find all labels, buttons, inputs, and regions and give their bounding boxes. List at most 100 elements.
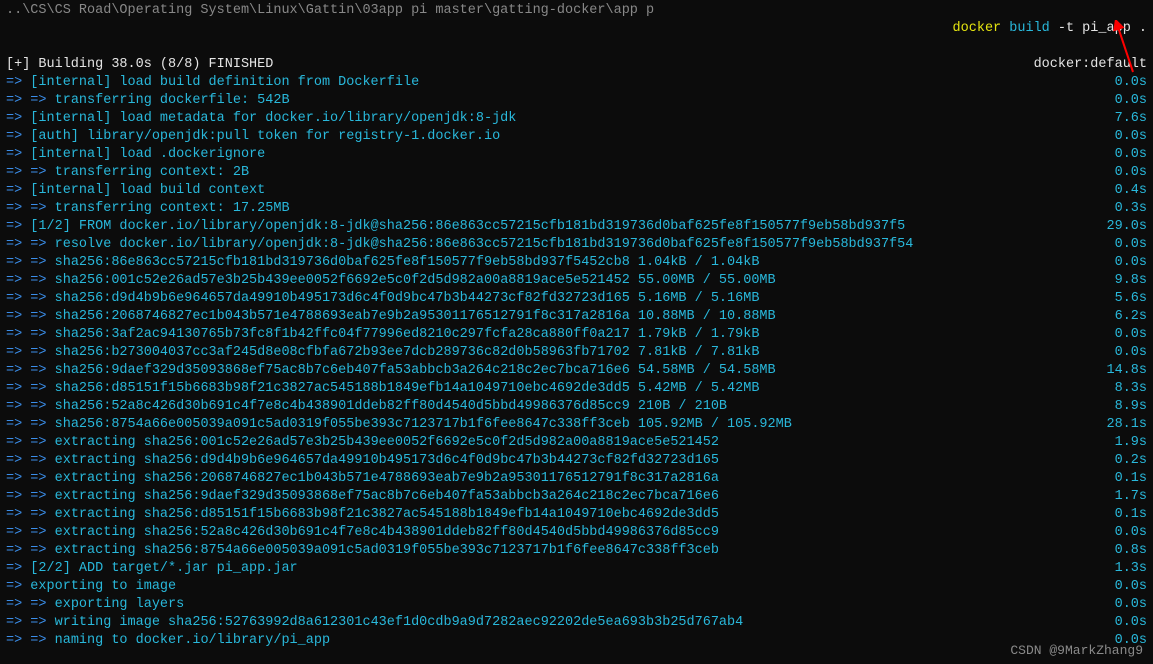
output-text: => => sha256:d9d4b9b6e964657da49910b4951… <box>6 290 759 308</box>
output-line: => => sha256:001c52e26ad57e3b25b439ee005… <box>6 272 1147 290</box>
output-text: => => transferring context: 2B <box>6 164 249 182</box>
output-text: => => sha256:001c52e26ad57e3b25b439ee005… <box>6 272 776 290</box>
output-text: => => sha256:b273004037cc3af245d8e08cfbf… <box>6 344 759 362</box>
output-text: => => extracting sha256:001c52e26ad57e3b… <box>6 434 719 452</box>
step-text: [internal] load .dockerignore <box>22 147 265 162</box>
step-time: 0.8s <box>1095 542 1147 560</box>
output-line: => => extracting sha256:d9d4b9b6e964657d… <box>6 452 1147 470</box>
step-text: [internal] load build definition from Do… <box>22 75 419 90</box>
arrow-prefix: => => <box>6 309 47 324</box>
arrow-prefix: => <box>6 75 22 90</box>
arrow-prefix: => <box>6 579 22 594</box>
output-line: => [internal] load build context 0.4s <box>6 182 1147 200</box>
building-status: [+] Building 38.0s (8/8) FINISHED <box>6 56 273 74</box>
output-line: => exporting to image0.0s <box>6 578 1147 596</box>
step-text: extracting sha256:52a8c426d30b691c4f7e8c… <box>47 525 719 540</box>
output-text: => => sha256:2068746827ec1b043b571e47886… <box>6 308 776 326</box>
step-time: 0.3s <box>1095 200 1147 218</box>
output-line: => => extracting sha256:8754a66e005039a0… <box>6 542 1147 560</box>
output-text: => [internal] load .dockerignore <box>6 146 265 164</box>
prompt-line[interactable]: ..\CS\CS Road\Operating System\Linux\Gat… <box>6 2 1147 56</box>
output-text: => => extracting sha256:52a8c426d30b691c… <box>6 524 719 542</box>
output-text: => => extracting sha256:2068746827ec1b04… <box>6 470 719 488</box>
arrow-prefix: => <box>6 111 22 126</box>
step-text: sha256:b273004037cc3af245d8e08cfbfa672b9… <box>47 345 760 360</box>
cmd-docker: docker <box>944 21 1009 36</box>
step-text: exporting to image <box>22 579 176 594</box>
arrow-prefix: => => <box>6 237 47 252</box>
arrow-prefix: => => <box>6 93 47 108</box>
output-text: => => extracting sha256:8754a66e005039a0… <box>6 542 719 560</box>
step-text: [internal] load metadata for docker.io/l… <box>22 111 516 126</box>
output-line: => => sha256:2068746827ec1b043b571e47886… <box>6 308 1147 326</box>
step-text: extracting sha256:001c52e26ad57e3b25b439… <box>47 435 719 450</box>
output-text: => => sha256:3af2ac94130765b73fc8f1b42ff… <box>6 326 759 344</box>
arrow-prefix: => => <box>6 435 47 450</box>
step-text: sha256:86e863cc57215cfb181bd319736d0baf6… <box>47 255 760 270</box>
step-time: 6.2s <box>1095 308 1147 326</box>
step-text: sha256:3af2ac94130765b73fc8f1b42ffc04f77… <box>47 327 760 342</box>
arrow-prefix: => <box>6 561 22 576</box>
output-text: => => sha256:86e863cc57215cfb181bd319736… <box>6 254 759 272</box>
output-text: => => transferring context: 17.25MB <box>6 200 290 218</box>
arrow-prefix: => => <box>6 291 47 306</box>
arrow-prefix: => => <box>6 417 47 432</box>
step-time: 1.9s <box>1095 434 1147 452</box>
step-time: 0.2s <box>1095 452 1147 470</box>
output-text: => [auth] library/openjdk:pull token for… <box>6 128 500 146</box>
arrow-prefix: => => <box>6 165 47 180</box>
output-text: => => exporting layers <box>6 596 184 614</box>
output-text: => => sha256:8754a66e005039a091c5ad0319f… <box>6 416 792 434</box>
output-line: => => extracting sha256:9daef329d3509386… <box>6 488 1147 506</box>
output-text: => => naming to docker.io/library/pi_app <box>6 632 330 650</box>
output-line: => => resolve docker.io/library/openjdk:… <box>6 236 1147 254</box>
output-text: => => extracting sha256:9daef329d3509386… <box>6 488 719 506</box>
output-line: => => sha256:d85151f15b6683b98f21c3827ac… <box>6 380 1147 398</box>
step-time: 0.1s <box>1095 470 1147 488</box>
step-time: 0.0s <box>1095 92 1147 110</box>
arrow-prefix: => => <box>6 345 47 360</box>
step-text: resolve docker.io/library/openjdk:8-jdk@… <box>47 237 914 252</box>
arrow-prefix: => => <box>6 327 47 342</box>
output-text: => [2/2] ADD target/*.jar pi_app.jar <box>6 560 298 578</box>
step-time: 8.9s <box>1095 398 1147 416</box>
output-line: => => transferring dockerfile: 542B 0.0s <box>6 92 1147 110</box>
cmd-args: -t pi_app . <box>1050 21 1147 36</box>
step-time: 0.0s <box>1095 614 1147 632</box>
step-time: 0.0s <box>1095 254 1147 272</box>
arrow-prefix: => => <box>6 507 47 522</box>
output-line: => [auth] library/openjdk:pull token for… <box>6 128 1147 146</box>
arrow-prefix: => <box>6 183 22 198</box>
arrow-prefix: => => <box>6 255 47 270</box>
step-time: 0.0s <box>1095 326 1147 344</box>
output-text: => [internal] load build context <box>6 182 265 200</box>
output-text: => => extracting sha256:d85151f15b6683b9… <box>6 506 719 524</box>
output-line: => => transferring context: 17.25MB 0.3s <box>6 200 1147 218</box>
output-text: => [1/2] FROM docker.io/library/openjdk:… <box>6 218 905 236</box>
step-time: 28.1s <box>1086 416 1147 434</box>
output-line: => => sha256:86e863cc57215cfb181bd319736… <box>6 254 1147 272</box>
output-line: => [internal] load .dockerignore0.0s <box>6 146 1147 164</box>
arrow-prefix: => <box>6 219 22 234</box>
step-text: sha256:8754a66e005039a091c5ad0319f055be3… <box>47 417 792 432</box>
step-text: extracting sha256:8754a66e005039a091c5ad… <box>47 543 719 558</box>
step-text: sha256:9daef329d35093868ef75ac8b7c6eb407… <box>47 363 776 378</box>
watermark: CSDN @9MarkZhang9 <box>1010 642 1143 660</box>
step-time: 29.0s <box>1086 218 1147 236</box>
arrow-prefix: => <box>6 147 22 162</box>
step-time: 0.0s <box>1095 128 1147 146</box>
output-text: => => writing image sha256:52763992d8a61… <box>6 614 743 632</box>
arrow-prefix: => => <box>6 273 47 288</box>
output-line: => => sha256:9daef329d35093868ef75ac8b7c… <box>6 362 1147 380</box>
arrow-prefix: => => <box>6 399 47 414</box>
step-time: 0.0s <box>1095 74 1147 92</box>
arrow-prefix: => => <box>6 381 47 396</box>
output-text: => => transferring dockerfile: 542B <box>6 92 290 110</box>
output-text: => [internal] load build definition from… <box>6 74 419 92</box>
output-line: => => transferring context: 2B0.0s <box>6 164 1147 182</box>
step-time: 0.4s <box>1095 182 1147 200</box>
docker-driver: docker:default <box>1034 56 1147 74</box>
step-text: extracting sha256:d85151f15b6683b98f21c3… <box>47 507 719 522</box>
output-line: => => sha256:d9d4b9b6e964657da49910b4951… <box>6 290 1147 308</box>
output-line: => => sha256:8754a66e005039a091c5ad0319f… <box>6 416 1147 434</box>
